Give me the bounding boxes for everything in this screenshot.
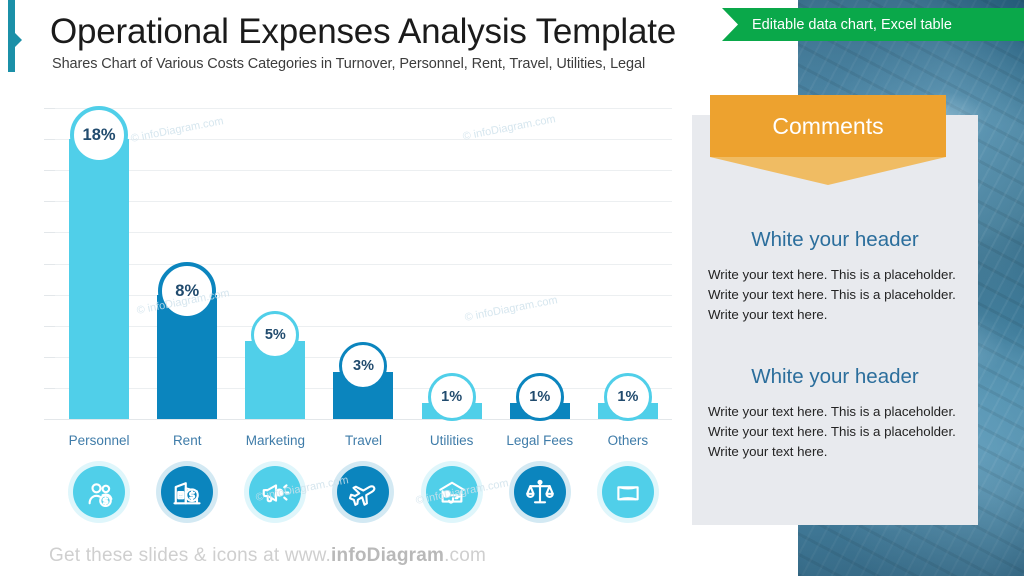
axis-tick <box>44 139 55 140</box>
axis-tick <box>44 201 55 202</box>
icon-slot <box>231 466 319 518</box>
category-label-travel: Travel <box>344 433 382 448</box>
axis-tick <box>44 357 55 358</box>
expenses-bar-chart: 18% 8% 5% 3% 1% 1% 1% <box>44 106 672 421</box>
comments-banner-label: Comments <box>772 112 884 139</box>
bar-value-bubble: 1% <box>515 373 564 421</box>
category-label-marketing: Marketing <box>245 433 305 448</box>
comment-header-2: White your header <box>751 365 919 388</box>
comment-body-2[interactable]: Write your text here. This is a placehol… <box>708 402 958 462</box>
megaphone-money-icon <box>249 466 302 518</box>
chart-bars: 18% 8% 5% 3% 1% 1% 1% <box>55 106 672 421</box>
bar-slot: 1% <box>584 108 672 421</box>
bar-value-bubble: 1% <box>603 373 652 421</box>
slide-canvas: Operational Expenses Analysis Template S… <box>0 0 1024 576</box>
axis-tick <box>44 170 55 171</box>
page-title: Operational Expenses Analysis Template <box>50 12 677 51</box>
bar-slot: 18% <box>55 106 143 419</box>
icon-slot <box>143 466 231 518</box>
house-faucet-money-icon <box>425 466 478 518</box>
chart-category-labels: Personnel Rent Marketing Travel Utilities Leg… <box>55 433 672 448</box>
icon-slot <box>584 466 672 518</box>
bar-value-bubble: 8% <box>158 262 217 320</box>
category-label-personnel: Personnel <box>68 433 130 448</box>
people-money-icon <box>73 466 126 518</box>
page-subtitle: Shares Chart of Various Costs Categories… <box>52 56 646 72</box>
bar-slot: 1% <box>408 108 496 421</box>
axis-tick <box>44 388 55 389</box>
axis-tick <box>44 419 55 420</box>
editable-ribbon-label: Editable data chart, Excel table <box>752 16 952 33</box>
bar-value-bubble: 1% <box>427 373 476 421</box>
category-label-utilities: Utilities <box>429 433 474 448</box>
bar-value-bubble: 5% <box>251 311 300 359</box>
scales-justice-icon <box>513 466 566 518</box>
building-money-icon <box>161 466 214 518</box>
icon-slot <box>408 466 496 518</box>
axis-tick <box>44 108 55 109</box>
bar-slot: 1% <box>496 108 584 421</box>
icon-slot <box>319 466 407 518</box>
axis-tick <box>44 264 55 265</box>
comments-banner: Comments <box>710 95 946 157</box>
airplane-icon <box>337 466 390 518</box>
footer-prefix: Get these slides & icons at www. <box>49 545 332 566</box>
comment-body-1[interactable]: Write your text here. This is a placehol… <box>708 265 958 325</box>
bar-value-bubble: 3% <box>339 342 388 390</box>
bar-slot: 8% <box>143 108 231 419</box>
axis-tick <box>44 326 55 327</box>
chart-baseline <box>55 419 672 420</box>
category-label-legal-fees: Legal Fees <box>506 433 574 448</box>
footer-brand: infoDiagram <box>331 545 445 566</box>
icon-slot <box>55 466 143 518</box>
accent-bar <box>8 0 15 72</box>
axis-tick <box>44 295 55 296</box>
document-icon <box>601 466 654 518</box>
comment-header-1: White your header <box>751 228 919 251</box>
bar-slot: 3% <box>319 108 407 419</box>
category-label-rent: Rent <box>172 433 202 448</box>
bar-value-bubble: 18% <box>70 106 129 164</box>
icon-slot <box>496 466 584 518</box>
footer-suffix: .com <box>444 545 487 566</box>
axis-tick <box>44 232 55 233</box>
accent-arrow-icon <box>15 33 22 47</box>
category-icon-row <box>55 466 672 518</box>
category-label-others: Others <box>607 433 649 448</box>
chart-bar[interactable] <box>69 139 130 419</box>
footer-credit: Get these slides & icons at www.infoDiag… <box>49 545 486 567</box>
bar-slot: 5% <box>231 108 319 419</box>
